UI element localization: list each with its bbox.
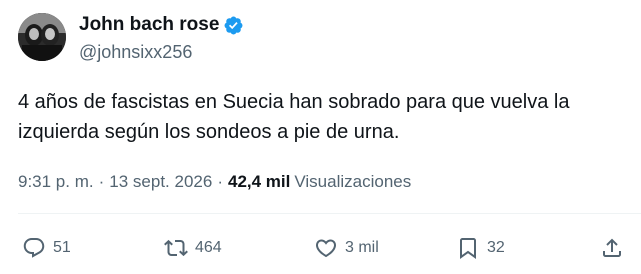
action-bar: 51 464 3 mil 32 — [18, 233, 628, 263]
avatar-image — [18, 13, 66, 61]
tweet-text: 4 años de fascistas en Suecia han sobrad… — [18, 91, 576, 143]
author-name-row: John bach rose — [79, 13, 244, 37]
tweet-time[interactable]: 9:31 p. m. — [18, 172, 94, 192]
reply-button[interactable]: 51 — [22, 233, 71, 263]
avatar[interactable] — [18, 13, 66, 61]
like-button[interactable]: 3 mil — [314, 233, 379, 263]
retweet-count: 464 — [195, 239, 222, 256]
author-display-name[interactable]: John bach rose — [79, 13, 219, 37]
divider — [18, 213, 641, 214]
bookmark-button[interactable]: 32 — [456, 233, 505, 263]
retweet-button[interactable]: 464 — [164, 233, 222, 263]
heart-icon — [314, 236, 338, 260]
bookmark-icon — [456, 236, 480, 260]
reply-count: 51 — [53, 239, 71, 256]
reply-icon — [22, 236, 46, 260]
meta-separator: · — [98, 172, 105, 191]
share-icon — [600, 236, 624, 260]
views-count[interactable]: 42,4 mil — [228, 172, 290, 192]
like-count: 3 mil — [345, 239, 379, 256]
tweet-card: John bach rose @johnsixx256 4 años de fa… — [0, 0, 641, 274]
retweet-icon — [164, 236, 188, 260]
views-label[interactable]: Visualizaciones — [294, 172, 411, 192]
verified-badge-icon[interactable] — [223, 15, 244, 36]
author-handle[interactable]: @johnsixx256 — [79, 41, 192, 63]
meta-separator: · — [217, 172, 223, 191]
tweet-date[interactable]: 13 sept. 2026 — [109, 172, 212, 192]
bookmark-count: 32 — [487, 239, 505, 256]
tweet-meta: 9:31 p. m. · 13 sept. 2026 · 42,4 mil Vi… — [18, 170, 411, 194]
share-button[interactable] — [600, 233, 624, 263]
